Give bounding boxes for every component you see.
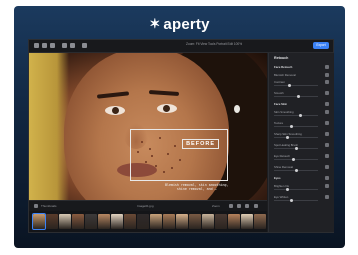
panel-row-toggle-icon[interactable]: [325, 110, 329, 114]
fullscreen-icon[interactable]: [254, 204, 258, 208]
right-eye: [157, 104, 177, 113]
slider-knob[interactable]: [290, 125, 294, 128]
toolbar-info: Zoom: Fit View Tools Portrait Edit 100%: [186, 42, 243, 46]
filmstrip-thumbnail[interactable]: [32, 213, 46, 230]
filmstrip-thumbnail[interactable]: [150, 214, 162, 229]
filmstrip-thumbnail[interactable]: [59, 214, 71, 229]
forward-icon[interactable]: [50, 43, 55, 48]
filmstrip-thumbnail[interactable]: [228, 214, 240, 229]
panel-row-toggle-icon[interactable]: [325, 91, 329, 95]
panel-slider[interactable]: [274, 199, 318, 202]
zoom-in-icon[interactable]: [237, 204, 241, 208]
panel-row-toggle-icon[interactable]: [325, 154, 329, 158]
panel-section-header[interactable]: Face Retouch: [274, 65, 320, 69]
panel-row-toggle-icon[interactable]: [325, 102, 329, 106]
filmstrip-thumbnail[interactable]: [241, 214, 253, 229]
filmstrip-thumbnail[interactable]: [163, 214, 175, 229]
filmstrip-thumbnail[interactable]: [46, 214, 58, 229]
filmstrip: [29, 211, 267, 232]
photo-canvas[interactable]: BEFORE Blemish removal, skin smoothing, …: [29, 53, 267, 200]
filmstrip-thumbnail[interactable]: [189, 214, 201, 229]
panel-row-label: Blemish Removal: [274, 73, 296, 77]
filmstrip-thumbnail[interactable]: [85, 214, 97, 229]
filmstrip-thumbnail[interactable]: [124, 214, 136, 229]
panel-section-header[interactable]: Eyes: [274, 176, 320, 180]
slider-knob[interactable]: [294, 169, 298, 172]
panel-slider[interactable]: [274, 125, 318, 128]
panel-slider[interactable]: [274, 136, 318, 139]
panel-row-toggle-icon[interactable]: [325, 143, 329, 147]
brand-logo: ✶ aperty: [14, 16, 345, 33]
slider-knob[interactable]: [294, 147, 298, 150]
export-button[interactable]: Export: [313, 42, 329, 49]
zoom-out-icon[interactable]: [245, 204, 249, 208]
left-eye: [105, 106, 125, 115]
filmstrip-thumbnail[interactable]: [215, 214, 227, 229]
panel-slider[interactable]: [274, 95, 318, 98]
status-bar: Thumbnails Image01.jpg Zoom: [29, 200, 267, 211]
filmstrip-thumbnail[interactable]: [254, 214, 266, 229]
retouch-panel: Retouch Face Retouch Blemish Removal Contr…: [268, 53, 334, 232]
filename-label: Image01.jpg: [137, 204, 154, 208]
slider-knob[interactable]: [296, 95, 300, 98]
panel-slider[interactable]: [274, 158, 318, 161]
compare-icon[interactable]: [82, 43, 87, 48]
thumbnails-label[interactable]: Thumbnails: [41, 204, 57, 208]
earring: [234, 105, 240, 113]
slider-knob[interactable]: [292, 158, 296, 161]
panel-title: Retouch: [274, 56, 289, 60]
menu-icon[interactable]: [34, 43, 39, 48]
panel-row-label: Texture: [274, 121, 284, 125]
panel-slider[interactable]: [274, 169, 318, 172]
filmstrip-thumbnail[interactable]: [72, 214, 84, 229]
panel-section-header[interactable]: Face Skin: [274, 102, 320, 106]
slider-knob[interactable]: [287, 84, 291, 87]
slider-knob[interactable]: [298, 114, 302, 117]
panel-row-label: Skin Smoothing: [274, 110, 294, 114]
slider-knob[interactable]: [285, 136, 289, 139]
panel-row-toggle-icon[interactable]: [325, 73, 329, 77]
panel-row-toggle-icon[interactable]: [325, 195, 329, 199]
panel-row-label: Eye Whiten: [274, 195, 289, 199]
undo-icon[interactable]: [62, 43, 67, 48]
app-window: Zoom: Fit View Tools Portrait Edit 100% …: [28, 39, 334, 233]
panel-slider[interactable]: [274, 147, 318, 150]
panel-row-toggle-icon[interactable]: [325, 65, 329, 69]
panel-row-label: Eye Retouch: [274, 154, 291, 158]
panel-row-label: Sharp Skin Smoothing: [274, 132, 302, 136]
filmstrip-thumbnail[interactable]: [98, 214, 110, 229]
zoom-label[interactable]: Zoom: [212, 204, 220, 208]
panel-row-toggle-icon[interactable]: [325, 121, 329, 125]
filmstrip-thumbnail[interactable]: [137, 214, 149, 229]
filmstrip-thumbnail[interactable]: [111, 214, 123, 229]
slider-knob[interactable]: [290, 199, 294, 202]
before-comparison-box[interactable]: BEFORE: [130, 129, 228, 181]
slider-knob[interactable]: [285, 188, 289, 191]
panel-slider[interactable]: [274, 188, 318, 191]
feature-caption: Blemish removal, skin smoothing, shine r…: [165, 183, 229, 192]
back-icon[interactable]: [42, 43, 47, 48]
panel-row-toggle-icon[interactable]: [325, 176, 329, 180]
panel-row-toggle-icon[interactable]: [325, 184, 329, 188]
background-wall: [29, 53, 69, 200]
panel-row-toggle-icon[interactable]: [325, 165, 329, 169]
grid-icon[interactable]: [34, 204, 38, 208]
brand-logo-text: aperty: [163, 16, 210, 33]
panel-row-label: Brighten Iris: [274, 184, 289, 188]
caption-line-2: shine removal, and …: [176, 187, 217, 192]
before-label: BEFORE: [182, 139, 219, 149]
panel-slider[interactable]: [274, 114, 318, 117]
top-toolbar: Zoom: Fit View Tools Portrait Edit 100% …: [29, 40, 333, 53]
redo-icon[interactable]: [70, 43, 75, 48]
promo-frame: ✶ aperty Zoom: Fit View Tools Portrait Ed…: [14, 6, 345, 248]
panel-row-label: Contrast: [274, 80, 285, 84]
filmstrip-thumbnail[interactable]: [202, 214, 214, 229]
panel-slider[interactable]: [274, 84, 318, 87]
panel-row-toggle-icon[interactable]: [325, 132, 329, 136]
fit-icon[interactable]: [229, 204, 233, 208]
filmstrip-thumbnail[interactable]: [176, 214, 188, 229]
aperty-star-icon: ✶: [149, 16, 161, 31]
panel-row-toggle-icon[interactable]: [325, 80, 329, 84]
